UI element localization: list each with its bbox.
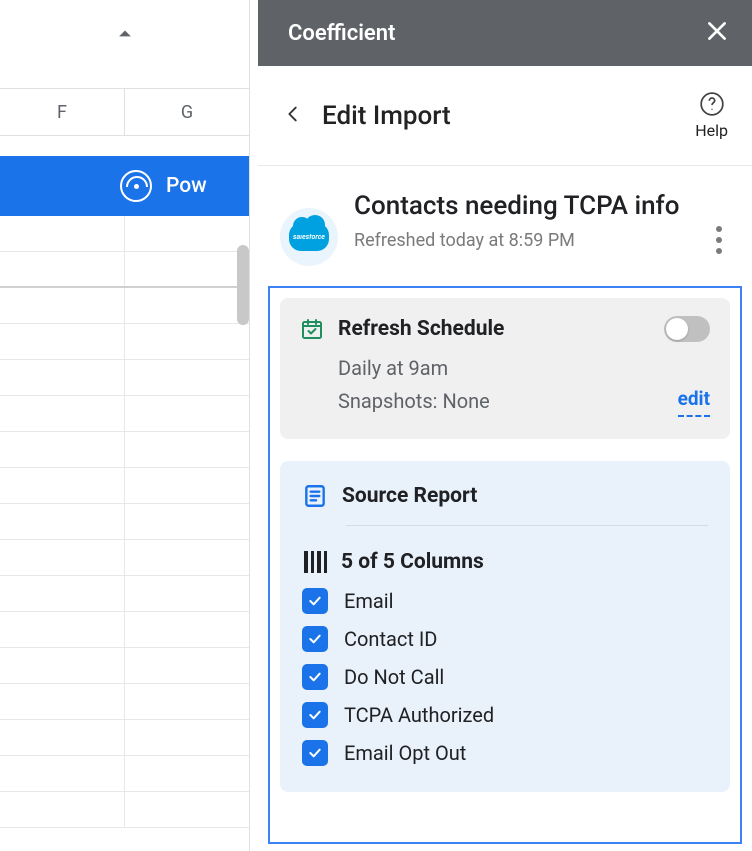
app-name: Coefficient xyxy=(288,21,704,46)
column-checkbox-contact-id[interactable] xyxy=(302,626,328,652)
column-checkbox-email[interactable] xyxy=(302,588,328,614)
connector-badge: salesforce xyxy=(280,208,338,266)
back-button[interactable] xyxy=(282,103,304,129)
banner-text: Pow xyxy=(166,174,207,198)
chevron-left-icon xyxy=(282,103,304,125)
kebab-dot-icon xyxy=(716,248,722,254)
edit-schedule-link[interactable]: edit xyxy=(678,384,710,417)
column-list: Email Contact ID Do Not Call TCPA Author… xyxy=(302,588,708,766)
column-header-f[interactable]: F xyxy=(0,89,125,135)
coefficient-banner: Pow xyxy=(0,156,249,216)
column-headers: F G xyxy=(0,88,249,136)
salesforce-icon: salesforce xyxy=(289,223,329,251)
schedule-toggle[interactable] xyxy=(664,316,710,342)
column-checkbox-do-not-call[interactable] xyxy=(302,664,328,690)
more-options-button[interactable] xyxy=(708,218,730,262)
divider xyxy=(346,525,708,526)
panel-header: Coefficient xyxy=(258,0,752,66)
chevron-up-icon xyxy=(111,20,139,48)
coefficient-logo-icon xyxy=(120,170,152,202)
spreadsheet-area: F G Pow xyxy=(0,0,250,851)
report-refreshed: Refreshed today at 8:59 PM xyxy=(354,230,692,251)
column-label: TCPA Authorized xyxy=(344,703,494,727)
column-item: Email xyxy=(302,588,708,614)
calendar-check-icon xyxy=(300,317,324,341)
schedule-snapshots: Snapshots: None xyxy=(338,385,490,417)
report-header: salesforce Contacts needing TCPA info Re… xyxy=(258,184,752,282)
column-item: Email Opt Out xyxy=(302,740,708,766)
schedule-detail: Daily at 9am xyxy=(338,352,710,384)
schedule-title: Refresh Schedule xyxy=(338,317,650,341)
report-icon xyxy=(302,483,328,509)
close-button[interactable] xyxy=(704,18,730,48)
column-item: Do Not Call xyxy=(302,664,708,690)
source-report-card: Source Report 5 of 5 Columns Email Conta… xyxy=(280,461,730,792)
refresh-schedule-card: Refresh Schedule Daily at 9am Snapshots:… xyxy=(280,298,730,439)
columns-icon xyxy=(302,551,327,573)
subheader: Edit Import Help xyxy=(258,66,752,166)
column-checkbox-email-opt-out[interactable] xyxy=(302,740,328,766)
check-icon xyxy=(307,631,323,647)
column-label: Contact ID xyxy=(344,627,437,651)
help-icon xyxy=(699,91,725,117)
help-label: Help xyxy=(695,121,728,140)
check-icon xyxy=(307,745,323,761)
close-icon xyxy=(704,18,730,44)
column-label: Email xyxy=(344,589,394,613)
sidebar-panel: Coefficient Edit Import Help salesforce … xyxy=(258,0,752,851)
column-header-g[interactable]: G xyxy=(125,89,249,135)
column-item: Contact ID xyxy=(302,626,708,652)
report-title: Contacts needing TCPA info xyxy=(354,190,692,224)
spreadsheet-grid[interactable] xyxy=(0,216,249,851)
settings-highlight: Refresh Schedule Daily at 9am Snapshots:… xyxy=(268,286,742,844)
kebab-dot-icon xyxy=(716,226,722,232)
help-button[interactable]: Help xyxy=(695,91,728,140)
check-icon xyxy=(307,593,323,609)
columns-summary: 5 of 5 Columns xyxy=(341,550,484,574)
panel-body: salesforce Contacts needing TCPA info Re… xyxy=(258,166,752,851)
column-label: Do Not Call xyxy=(344,665,444,689)
column-item: TCPA Authorized xyxy=(302,702,708,728)
vertical-scrollbar[interactable] xyxy=(237,245,249,325)
columns-header: 5 of 5 Columns xyxy=(302,550,708,574)
collapse-toolbar-button[interactable] xyxy=(0,0,249,68)
column-label: Email Opt Out xyxy=(344,741,466,765)
column-checkbox-tcpa-authorized[interactable] xyxy=(302,702,328,728)
check-icon xyxy=(307,707,323,723)
check-icon xyxy=(307,669,323,685)
kebab-dot-icon xyxy=(716,237,722,243)
page-title: Edit Import xyxy=(322,101,677,131)
source-report-title: Source Report xyxy=(342,484,477,508)
